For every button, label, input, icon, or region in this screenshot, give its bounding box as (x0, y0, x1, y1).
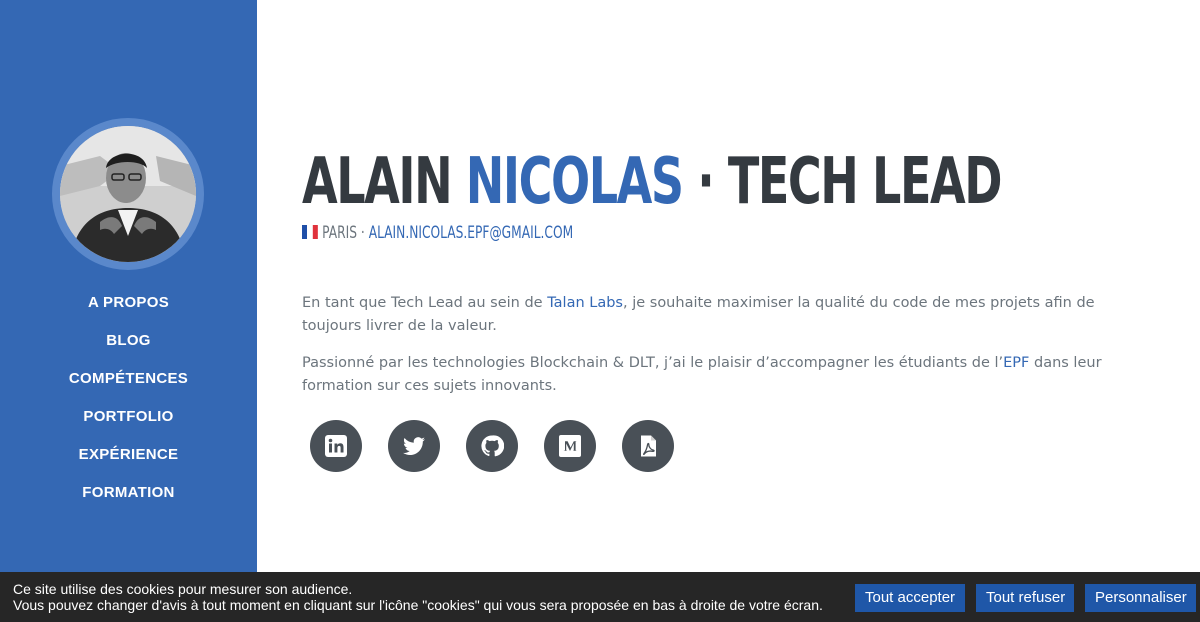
page-title: ALAIN NICOLAS · TECH LEAD (302, 145, 1003, 219)
cookie-message: Ce site utilise des cookies pour mesurer… (13, 581, 823, 613)
nav-item-competences[interactable]: COMPÉTENCES (0, 360, 257, 398)
github-icon (481, 435, 504, 457)
last-name: NICOLAS (465, 145, 684, 219)
job-title: TECH LEAD (727, 145, 1003, 219)
social-links (310, 420, 674, 472)
title-separator: · (682, 145, 728, 219)
about-p1-text-start: En tant que Tech Lead au sein de (302, 295, 548, 311)
twitter-icon (403, 437, 425, 455)
epf-link[interactable]: EPF (1003, 355, 1029, 371)
cookie-message-line-2: Vous pouvez changer d'avis à tout moment… (13, 596, 823, 613)
profile-photo (60, 126, 196, 262)
email-link[interactable]: ALAIN.NICOLAS.EPF@GMAIL.COM (369, 223, 573, 243)
subheading-dot: · (357, 223, 369, 243)
pdf-icon (641, 435, 656, 457)
first-name: ALAIN (302, 145, 453, 219)
refuse-all-button[interactable]: Tout refuser (976, 584, 1074, 612)
linkedin-icon (325, 435, 347, 457)
github-button[interactable] (466, 420, 518, 472)
avatar[interactable] (52, 118, 204, 270)
nav-item-portfolio[interactable]: PORTFOLIO (0, 398, 257, 436)
customize-button[interactable]: Personnaliser (1085, 584, 1196, 612)
sidebar-nav: A PROPOS BLOG COMPÉTENCES PORTFOLIO EXPÉ… (0, 284, 257, 512)
nav-item-blog[interactable]: BLOG (0, 322, 257, 360)
subheading: PARIS · ALAIN.NICOLAS.EPF@GMAIL.COM (302, 222, 573, 244)
accept-all-button[interactable]: Tout accepter (855, 584, 965, 612)
nav-item-experience[interactable]: EXPÉRIENCE (0, 436, 257, 474)
medium-icon (559, 435, 581, 457)
location: PARIS (322, 223, 358, 243)
cookie-message-line-1: Ce site utilise des cookies pour mesurer… (13, 581, 353, 597)
sidebar: A PROPOS BLOG COMPÉTENCES PORTFOLIO EXPÉ… (0, 0, 257, 622)
talan-labs-link[interactable]: Talan Labs (547, 295, 623, 311)
twitter-button[interactable] (388, 420, 440, 472)
pdf-button[interactable] (622, 420, 674, 472)
medium-button[interactable] (544, 420, 596, 472)
about-p2-text-start: Passionné par les technologies Blockchai… (302, 355, 1004, 371)
about-paragraph-1: En tant que Tech Lead au sein de Talan L… (302, 292, 1152, 338)
cookie-banner: Ce site utilise des cookies pour mesurer… (0, 572, 1200, 622)
france-flag-icon (302, 225, 318, 239)
about-paragraph-2: Passionné par les technologies Blockchai… (302, 352, 1152, 398)
nav-item-formation[interactable]: FORMATION (0, 474, 257, 512)
nav-item-a-propos[interactable]: A PROPOS (0, 284, 257, 322)
linkedin-button[interactable] (310, 420, 362, 472)
